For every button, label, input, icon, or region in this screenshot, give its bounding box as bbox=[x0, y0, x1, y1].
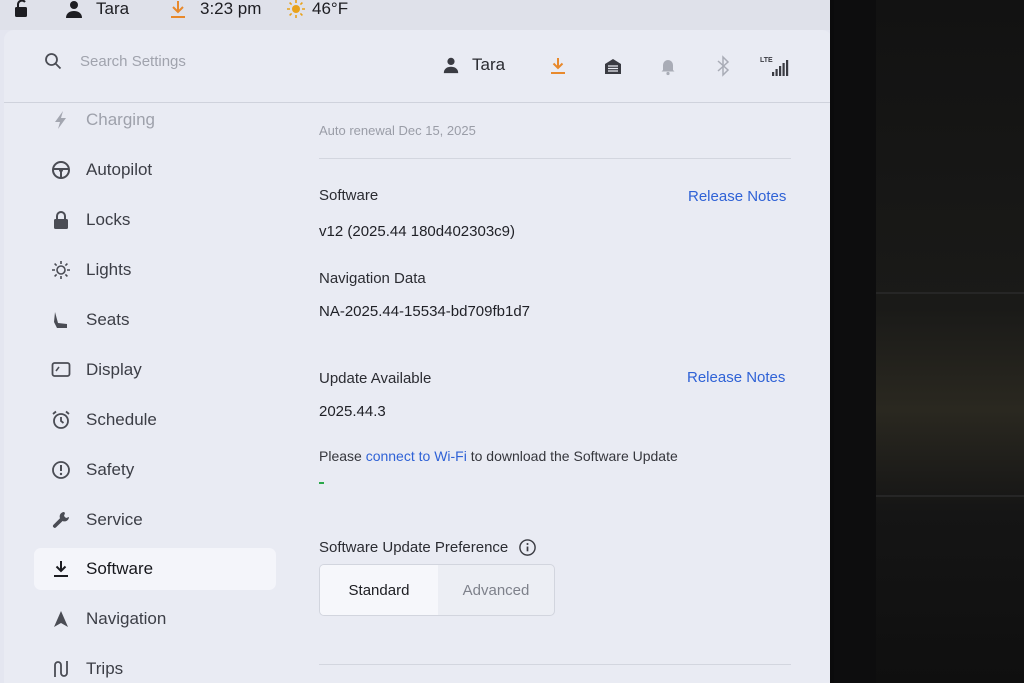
lte-signal-icon[interactable]: LTE bbox=[760, 53, 790, 84]
background-surface bbox=[876, 0, 1024, 683]
search-icon bbox=[45, 53, 62, 70]
settings-screen: Tara 3:23 pm 46°F Search Settings Tara L… bbox=[0, 0, 830, 683]
lock-icon bbox=[50, 209, 72, 231]
sidebar-item-label: Seats bbox=[86, 310, 130, 329]
navigation-data-value: NA-2025.44-15534-bd709fb1d7 bbox=[319, 303, 531, 320]
software-content: Auto renewal Dec 15, 2025 Software Relea… bbox=[319, 102, 799, 683]
sidebar-item-label: Charging bbox=[86, 110, 155, 129]
display-icon bbox=[50, 359, 72, 381]
wrench-icon bbox=[50, 509, 72, 531]
wifi-message-suffix: to download the Software Update bbox=[466, 448, 678, 464]
sidebar-item-label: Software bbox=[86, 559, 154, 578]
wifi-message-prefix: Please bbox=[319, 448, 366, 464]
search-input[interactable]: Search Settings bbox=[80, 53, 186, 70]
standard-option[interactable]: Standard bbox=[320, 565, 438, 615]
software-version: v12 (2025.44 180d402303c9) bbox=[319, 223, 515, 240]
sun-icon bbox=[50, 259, 72, 281]
bottom-divider bbox=[319, 664, 791, 665]
navigation-arrow-icon bbox=[50, 608, 72, 630]
status-user-name: Tara bbox=[96, 0, 130, 18]
sidebar-item-software[interactable]: Software bbox=[34, 548, 276, 590]
update-preference-label: Software Update Preference bbox=[319, 539, 509, 556]
download-progress-bar bbox=[319, 482, 324, 484]
sidebar-item-label: Schedule bbox=[86, 410, 157, 429]
software-label: Software bbox=[319, 187, 379, 204]
status-download-icon[interactable] bbox=[168, 0, 188, 19]
search-bar[interactable]: Search Settings bbox=[44, 52, 186, 70]
alert-circle-icon bbox=[50, 459, 72, 481]
sidebar-item-label: Locks bbox=[86, 210, 131, 229]
bell-icon[interactable] bbox=[658, 56, 678, 81]
header-download-icon[interactable] bbox=[548, 56, 568, 81]
sun-icon bbox=[287, 0, 305, 18]
person-icon bbox=[443, 57, 459, 74]
steering-wheel-icon bbox=[50, 159, 72, 181]
sidebar-item-label: Lights bbox=[86, 260, 132, 279]
bluetooth-icon[interactable] bbox=[714, 55, 732, 82]
section-divider bbox=[319, 158, 791, 159]
alarm-clock-icon bbox=[50, 409, 72, 431]
release-notes-link[interactable]: Release Notes bbox=[688, 188, 786, 205]
header-profile-button[interactable]: Tara bbox=[442, 55, 505, 75]
sidebar-item-label: Trips bbox=[86, 659, 124, 678]
status-profile[interactable]: Tara bbox=[64, 0, 129, 19]
status-bar: Tara 3:23 pm 46°F bbox=[0, 0, 830, 30]
sidebar-item-label: Service bbox=[86, 510, 143, 529]
person-icon bbox=[66, 1, 82, 18]
sidebar-item-schedule[interactable]: Schedule bbox=[34, 399, 276, 441]
sidebar-item-display[interactable]: Display bbox=[34, 349, 276, 391]
sidebar-item-seats[interactable]: Seats bbox=[34, 299, 276, 341]
sidebar: Charging Autopilot Locks Lights Seats Di… bbox=[4, 102, 289, 683]
sidebar-item-locks[interactable]: Locks bbox=[34, 199, 276, 241]
sidebar-item-autopilot[interactable]: Autopilot bbox=[34, 149, 276, 191]
header-user-name: Tara bbox=[472, 55, 506, 74]
update-preference-heading: Software Update Preference bbox=[319, 538, 537, 557]
update-available-label: Update Available bbox=[319, 370, 432, 387]
seat-icon bbox=[50, 309, 72, 331]
status-weather: 46°F bbox=[286, 0, 348, 19]
sidebar-item-service[interactable]: Service bbox=[34, 499, 276, 541]
settings-panel: Search Settings Tara LTE Charging Autopi… bbox=[4, 30, 830, 683]
update-preference-toggle: Standard Advanced bbox=[319, 564, 555, 616]
sidebar-item-safety[interactable]: Safety bbox=[34, 449, 276, 491]
bolt-icon bbox=[50, 109, 72, 131]
sidebar-item-label: Safety bbox=[86, 460, 135, 479]
sidebar-item-label: Display bbox=[86, 360, 142, 379]
update-release-notes-link[interactable]: Release Notes bbox=[687, 369, 785, 386]
sidebar-item-lights[interactable]: Lights bbox=[34, 249, 276, 291]
sidebar-item-charging[interactable]: Charging bbox=[34, 99, 276, 141]
sidebar-item-label: Autopilot bbox=[86, 160, 153, 179]
lte-label: LTE bbox=[760, 57, 773, 64]
info-icon[interactable] bbox=[518, 538, 537, 557]
status-time: 3:23 pm bbox=[200, 0, 262, 18]
auto-renewal-text: Auto renewal Dec 15, 2025 bbox=[319, 123, 476, 138]
navigation-data-label: Navigation Data bbox=[319, 270, 426, 287]
update-version: 2025.44.3 bbox=[319, 403, 386, 420]
connect-wifi-link[interactable]: connect to Wi-Fi bbox=[366, 448, 467, 464]
wifi-message: Please connect to Wi-Fi to download the … bbox=[319, 448, 678, 464]
sidebar-item-navigation[interactable]: Navigation bbox=[34, 598, 276, 640]
sidebar-item-label: Navigation bbox=[86, 609, 167, 628]
sidebar-item-trips[interactable]: Trips bbox=[34, 648, 276, 683]
garage-icon[interactable] bbox=[603, 56, 623, 81]
status-temperature: 46°F bbox=[312, 0, 349, 18]
trips-icon bbox=[50, 658, 72, 680]
download-icon bbox=[50, 558, 72, 580]
unlock-icon[interactable] bbox=[12, 0, 32, 19]
advanced-option[interactable]: Advanced bbox=[438, 565, 554, 615]
